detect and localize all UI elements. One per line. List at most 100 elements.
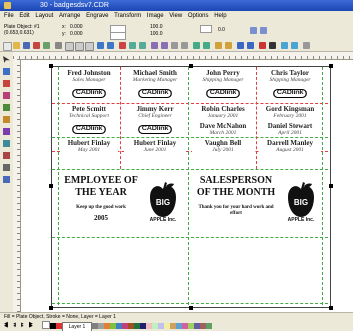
mirror-h-icon[interactable] <box>250 27 257 34</box>
layer-icon[interactable] <box>215 42 222 49</box>
scale-value-2[interactable]: 100.0 <box>150 31 163 38</box>
selection-handle[interactable] <box>49 64 53 68</box>
rectangle-tool-icon[interactable] <box>3 104 10 111</box>
menu-help[interactable]: Help <box>214 11 226 22</box>
zoom-page-icon[interactable] <box>139 42 146 49</box>
certificate-employee-of-year[interactable]: EMPLOYEE OF THE YEAR Keep up the good wo… <box>60 171 186 235</box>
badge-name: Robin Charles <box>201 105 245 113</box>
angle-value[interactable]: 0.0 <box>218 27 225 34</box>
apple-brand-small: APPLE Inc. <box>149 217 177 223</box>
menu-transform[interactable]: Transform <box>114 11 141 22</box>
selection-handle[interactable] <box>189 64 193 68</box>
x-value[interactable]: 0.000 <box>70 24 83 31</box>
plate-page[interactable]: Fred Johnston Sales Manager CADlink Mich… <box>49 64 333 310</box>
layer-nav-arrows[interactable]: ◀ ◂ ▸ ▶ <box>4 323 35 329</box>
badge-card[interactable]: Hubert Finlay May 2001 <box>60 139 118 154</box>
menu-arrange[interactable]: Arrange <box>59 11 80 22</box>
distribute-icon[interactable] <box>181 42 188 49</box>
ellipse-tool-icon[interactable] <box>3 116 10 123</box>
selection-handle[interactable] <box>329 306 333 310</box>
badge-card[interactable]: Hubert Finlay June 2001 <box>124 139 186 154</box>
badge-name: Daniel Stewart <box>267 122 313 130</box>
layer-tab[interactable]: Layer 1 <box>62 322 92 331</box>
fill-tool-icon[interactable] <box>3 152 10 159</box>
badge-card[interactable]: Gord Kingsman February 2001 <box>259 105 321 120</box>
menu-edit[interactable]: Edit <box>19 11 29 22</box>
selection-handle[interactable] <box>49 184 53 188</box>
selection-handle[interactable] <box>329 184 333 188</box>
badge-card[interactable]: Daniel Stewart April 2001 <box>259 122 321 137</box>
vertical-ruler[interactable] <box>13 59 21 312</box>
badge-card[interactable]: Darrell Manley August 2001 <box>259 139 321 154</box>
output-icon[interactable] <box>291 42 298 49</box>
zoom-fit-icon[interactable] <box>129 42 136 49</box>
menu-layout[interactable]: Layout <box>35 11 53 22</box>
zoom-icon[interactable] <box>119 42 126 49</box>
menu-file[interactable]: File <box>4 11 14 22</box>
pan-tool-icon[interactable] <box>3 176 10 183</box>
text-tool-icon-side[interactable] <box>3 92 10 99</box>
copy-icon[interactable] <box>75 42 84 51</box>
cadlink-logo: CADlink <box>72 89 106 99</box>
swatch[interactable] <box>42 321 50 329</box>
trim-icon[interactable] <box>203 42 210 49</box>
cut-icon[interactable] <box>65 42 74 51</box>
menu-image[interactable]: Image <box>147 11 164 22</box>
selection-handle[interactable] <box>49 306 53 310</box>
menu-view[interactable]: View <box>169 11 182 22</box>
open-folder-icon[interactable] <box>13 42 20 49</box>
import-icon[interactable] <box>33 42 40 49</box>
apple-brand-big: BIG <box>293 198 309 207</box>
zoom-tool-icon[interactable] <box>3 164 10 171</box>
undo-icon[interactable] <box>97 42 104 49</box>
badge-card[interactable]: Robin Charles January 2001 <box>192 105 254 120</box>
badge-card[interactable]: John Perry Shipping Manager CADlink <box>192 69 254 101</box>
text-tool-icon[interactable] <box>269 42 276 49</box>
badge-card[interactable]: Pete Scmitt Technical Support CADlink <box>60 105 118 137</box>
ungroup-icon[interactable] <box>161 42 168 49</box>
menu-bar: File Edit Layout Arrange Engrave Transfo… <box>0 11 353 22</box>
align-icon[interactable] <box>171 42 178 49</box>
menu-engrave[interactable]: Engrave <box>86 11 108 22</box>
line-tool-icon[interactable] <box>3 80 10 87</box>
property-bar: Plate Object: #1 (0.653,0.631) x: 0.000 … <box>0 22 353 41</box>
horizontal-ruler[interactable] <box>13 52 353 60</box>
y-value[interactable]: 0.000 <box>70 31 83 38</box>
badge-card[interactable]: Michael Smith Marketing Manager CADlink <box>124 69 186 101</box>
print-icon[interactable] <box>55 42 62 49</box>
badge-card[interactable]: Dave McNahon March 2001 <box>192 122 254 137</box>
mirror-v-icon[interactable] <box>260 27 267 34</box>
badge-card[interactable]: Vaughn Bell July 2001 <box>192 139 254 154</box>
preview-icon[interactable] <box>237 42 244 49</box>
redo-icon[interactable] <box>107 42 114 49</box>
scale-value[interactable]: 100.0 <box>150 24 163 31</box>
lock-icon[interactable] <box>225 42 232 49</box>
new-file-icon[interactable] <box>3 42 12 51</box>
height-field[interactable] <box>110 32 126 40</box>
selection-handle[interactable] <box>329 64 333 68</box>
freehand-tool-icon[interactable] <box>3 140 10 147</box>
selection-handle[interactable] <box>189 306 193 310</box>
lock-ratio-icon[interactable] <box>200 25 212 33</box>
badge-card[interactable]: Chris Taylor Shipping Manager CADlink <box>259 69 321 101</box>
menu-options[interactable]: Options <box>188 11 209 22</box>
paste-icon[interactable] <box>85 42 94 51</box>
settings-icon[interactable] <box>303 42 310 49</box>
delete-icon[interactable] <box>259 42 266 49</box>
swatch[interactable] <box>206 323 212 329</box>
group-icon[interactable] <box>151 42 158 49</box>
save-icon[interactable] <box>23 42 30 49</box>
polygon-tool-icon[interactable] <box>3 128 10 135</box>
export-icon[interactable] <box>43 42 50 49</box>
node-tool-icon[interactable] <box>3 68 10 75</box>
engrave-icon[interactable] <box>281 42 288 49</box>
wireframe-icon[interactable] <box>247 42 254 49</box>
weld-icon[interactable] <box>193 42 200 49</box>
drawing-canvas[interactable]: Fred Johnston Sales Manager CADlink Mich… <box>21 60 353 312</box>
badge-title: Technical Support <box>69 113 109 119</box>
select-tool-icon[interactable] <box>3 56 10 63</box>
badge-card[interactable]: Jimmy Kerr Chief Engineer CADlink <box>124 105 186 137</box>
app-window: 30 - badgesdsv7.CDR File Edit Layout Arr… <box>0 0 353 331</box>
badge-card[interactable]: Fred Johnston Sales Manager CADlink <box>60 69 118 101</box>
certificate-salesperson-of-month[interactable]: SALESPERSON OF THE MONTH Thank you for y… <box>192 171 322 235</box>
